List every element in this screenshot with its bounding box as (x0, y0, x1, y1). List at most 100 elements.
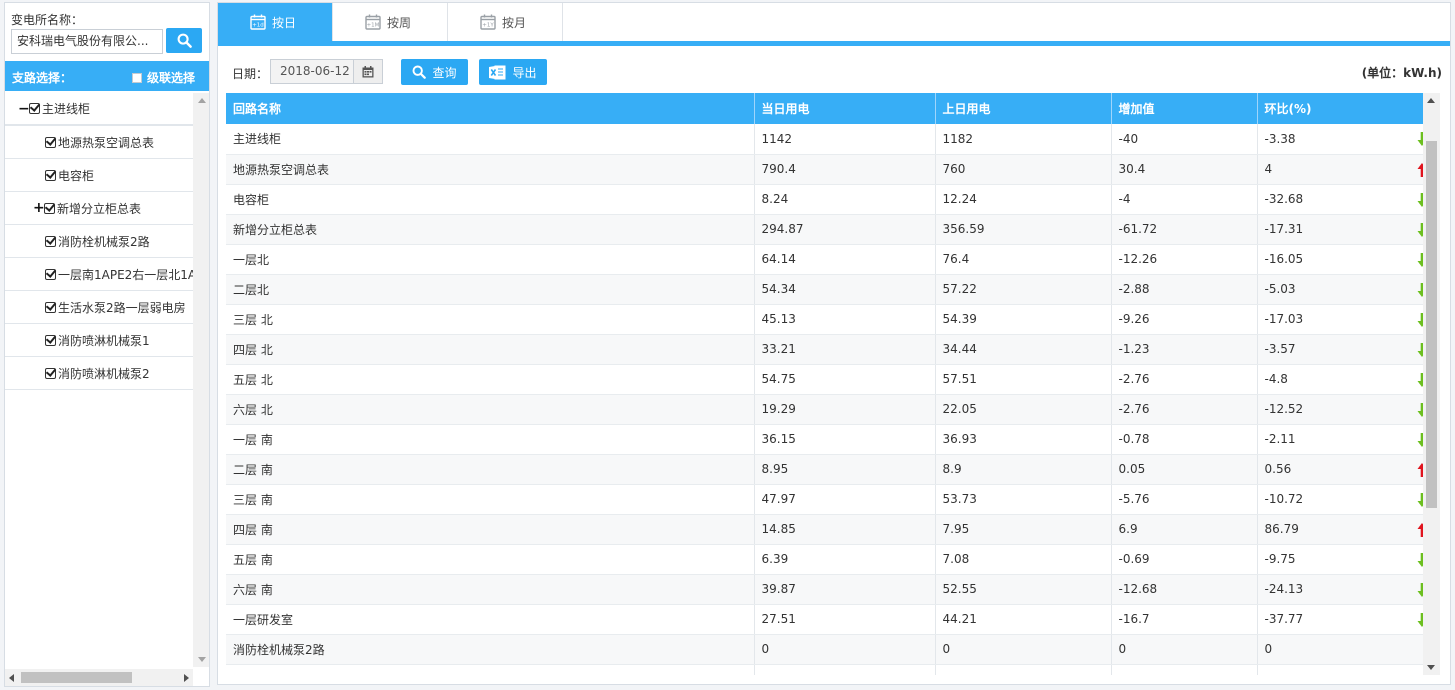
cell-ratio: 4 (1257, 154, 1434, 185)
tab-day[interactable]: +1d 按日 (218, 3, 333, 41)
checkbox-icon[interactable] (132, 72, 142, 83)
checked-checkbox-icon[interactable] (44, 202, 55, 214)
column-header: 环比(%) (1257, 93, 1434, 124)
cell-yesterday-value: 44.21 (942, 612, 977, 626)
cell-ratio: -17.31 (1257, 214, 1434, 245)
cell-yesterday: 34.44 (935, 334, 1112, 365)
table-row[interactable]: 六层 南 39.87 52.55 -12.68 -24.13 (226, 574, 1434, 605)
cell-today: 14.85 (754, 514, 936, 545)
query-button[interactable]: 查询 (401, 59, 468, 85)
cell-ratio-value: -12.52 (1264, 402, 1304, 416)
cell-name-value: 电容柜 (233, 192, 270, 207)
tree-horizontal-scrollbar[interactable] (5, 669, 193, 686)
cell-yesterday: 52.55 (935, 574, 1112, 605)
cell-ratio (1257, 664, 1434, 675)
cell-yesterday-value: 1182 (942, 131, 974, 146)
expand-icon[interactable]: + (33, 200, 45, 216)
table-row[interactable]: 四层 南 14.85 7.95 6.9 86.79 (226, 514, 1434, 545)
cell-today: 6.39 (754, 544, 936, 575)
cell-name-value: 六层 北 (233, 402, 273, 417)
table-row[interactable]: 二层 南 8.95 8.9 0.05 0.56 (226, 454, 1434, 485)
cell-today-value: 6.39 (761, 552, 789, 566)
tree-item[interactable]: − 主进线柜 (5, 93, 193, 126)
date-picker-button[interactable] (353, 59, 383, 84)
table-row[interactable]: 六层 北 19.29 22.05 -2.76 -12.52 (226, 394, 1434, 425)
table-row[interactable]: 电容柜 8.24 12.24 -4 -32.68 (226, 184, 1434, 215)
cell-ratio: -32.68 (1257, 184, 1434, 215)
table-row[interactable]: 消防栓机械泵2路 0 0 0 0 (226, 634, 1434, 665)
table-row[interactable] (226, 664, 1434, 675)
cell-name-value: 六层 南 (233, 582, 273, 597)
cell-name: 五层 北 (226, 364, 755, 395)
cell-diff-value: -16.7 (1118, 612, 1150, 626)
cell-diff: -4 (1111, 184, 1258, 215)
table-row[interactable]: 三层 北 45.13 54.39 -9.26 -17.03 (226, 304, 1434, 335)
checked-checkbox-icon[interactable] (29, 103, 40, 114)
tree-item[interactable]: 电容柜 (5, 159, 193, 192)
cell-ratio-value: -4.8 (1264, 372, 1288, 386)
table-vertical-scrollbar[interactable] (1423, 93, 1440, 675)
date-input[interactable]: 2018-06-12 (270, 59, 354, 84)
tree-item-label: 生活水泵2路一层弱电房 (58, 300, 186, 315)
cascade-select-checkbox[interactable]: 级联选择 (132, 69, 195, 86)
cell-yesterday: 356.59 (935, 214, 1112, 245)
cell-today-value: 790.4 (761, 162, 796, 176)
table-row[interactable]: 一层研发室 27.51 44.21 -16.7 -37.77 (226, 604, 1434, 635)
cell-yesterday-value: 12.24 (942, 192, 977, 206)
station-input[interactable]: 安科瑞电气股份有限公... (11, 29, 163, 54)
checked-checkbox-icon[interactable] (45, 136, 56, 148)
tree-item[interactable]: 生活水泵2路一层弱电房 (5, 291, 193, 324)
column-header: 上日用电 (935, 93, 1112, 124)
cell-ratio: -3.57 (1257, 334, 1434, 365)
table-row[interactable]: 一层 南 36.15 36.93 -0.78 -2.11 (226, 424, 1434, 455)
cell-yesterday: 54.39 (935, 304, 1112, 335)
tree-item[interactable]: 一层南1APE2右一层北1A (5, 258, 193, 291)
checked-checkbox-icon[interactable] (45, 367, 56, 379)
cell-today-value: 54.75 (761, 372, 796, 386)
search-icon (413, 65, 427, 79)
cell-today: 36.15 (754, 424, 936, 455)
table-row[interactable]: 主进线柜 1142 1182 -40 -3.38 (226, 124, 1434, 155)
tree-item[interactable]: 消防喷淋机械泵2 (5, 357, 193, 390)
table-row[interactable]: 地源热泵空调总表 790.4 760 30.4 4 (226, 154, 1434, 185)
table-row[interactable]: 新增分立柜总表 294.87 356.59 -61.72 -17.31 (226, 214, 1434, 245)
tree-item[interactable]: + 新增分立柜总表 (5, 192, 193, 225)
cell-ratio: -9.75 (1257, 544, 1434, 575)
tree-item[interactable]: 消防喷淋机械泵1 (5, 324, 193, 357)
checked-checkbox-icon[interactable] (45, 334, 56, 346)
checked-checkbox-icon[interactable] (45, 169, 56, 181)
cell-today: 64.14 (754, 244, 936, 275)
tree-vertical-scrollbar[interactable] (193, 93, 209, 667)
cell-today: 1142 (754, 124, 936, 155)
table-row[interactable]: 四层 北 33.21 34.44 -1.23 -3.57 (226, 334, 1434, 365)
cell-diff: 0.05 (1111, 454, 1258, 485)
tree-item[interactable]: 地源热泵空调总表 (5, 126, 193, 159)
checked-checkbox-icon[interactable] (45, 301, 56, 313)
table-row[interactable]: 三层 南 47.97 53.73 -5.76 -10.72 (226, 484, 1434, 515)
table-row[interactable]: 五层 南 6.39 7.08 -0.69 -9.75 (226, 544, 1434, 575)
cell-yesterday: 36.93 (935, 424, 1112, 455)
export-button[interactable]: 导出 (479, 59, 547, 85)
table-row[interactable]: 五层 北 54.75 57.51 -2.76 -4.8 (226, 364, 1434, 395)
tab-week[interactable]: +1M 按周 (333, 3, 448, 41)
cell-name: 地源热泵空调总表 (226, 154, 755, 185)
tab-month[interactable]: +1Y 按月 (448, 3, 563, 41)
branch-select-bar: 支路选择： 级联选择 (5, 61, 209, 91)
cell-diff-value: -61.72 (1118, 222, 1158, 236)
cell-ratio: -4.8 (1257, 364, 1434, 395)
station-search-button[interactable] (166, 28, 202, 53)
cell-ratio: -5.03 (1257, 274, 1434, 305)
checked-checkbox-icon[interactable] (45, 235, 56, 247)
cell-today (754, 664, 936, 675)
checked-checkbox-icon[interactable] (45, 268, 56, 280)
cell-today-value: 54.34 (761, 282, 796, 296)
calendar-icon: +1Y (480, 14, 496, 30)
table-row[interactable]: 一层北 64.14 76.4 -12.26 -16.05 (226, 244, 1434, 275)
table-row[interactable]: 二层北 54.34 57.22 -2.88 -5.03 (226, 274, 1434, 305)
cell-yesterday: 44.21 (935, 604, 1112, 635)
cell-diff-value: -2.76 (1118, 372, 1150, 386)
cell-name-value: 五层 北 (233, 372, 273, 387)
table-body: 主进线柜 1142 1182 -40 -3.38 地源热泵空调总表 790.4 760 30.4… (226, 124, 1434, 675)
collapse-icon[interactable]: − (18, 101, 30, 117)
tree-item[interactable]: 消防栓机械泵2路 (5, 225, 193, 258)
